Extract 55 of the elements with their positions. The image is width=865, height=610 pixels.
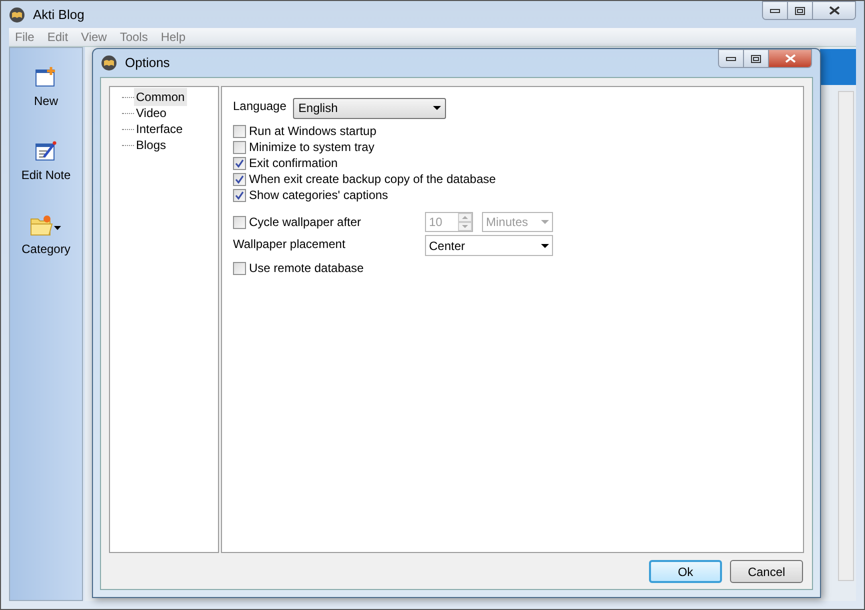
maximize-icon	[795, 6, 805, 14]
dialog-title: Options	[125, 54, 170, 72]
edit-note-icon	[34, 140, 57, 162]
caret-icon	[433, 106, 442, 110]
checkbox[interactable]	[233, 188, 246, 202]
toolbar-button[interactable]: New	[34, 66, 58, 110]
placement-dropdown[interactable]: Center	[425, 235, 553, 256]
toolbar-button[interactable]: Edit Note	[21, 140, 71, 184]
checkbox-label: When exit create backup copy of the database	[249, 171, 496, 188]
ok-button[interactable]: Ok	[649, 560, 722, 583]
placement-label: Wallpaper placement	[233, 236, 346, 252]
minimize-button[interactable]	[719, 50, 744, 67]
menu-item[interactable]: View	[81, 28, 107, 46]
menu-item[interactable]: File	[15, 28, 34, 46]
close-button[interactable]	[813, 2, 855, 19]
checkbox-label: Minimize to system tray	[249, 139, 374, 156]
checkbox[interactable]	[233, 124, 246, 138]
header-bar	[820, 49, 856, 85]
caret-icon	[541, 220, 549, 224]
maximize-button[interactable]	[788, 2, 813, 19]
tree-item[interactable]: Blogs	[134, 136, 168, 154]
close-button[interactable]	[769, 50, 811, 67]
maximize-button[interactable]	[744, 50, 769, 67]
minimize-icon	[770, 8, 780, 12]
toolbar-button[interactable]: Category	[22, 214, 70, 258]
tree-item[interactable]: Video	[134, 104, 168, 122]
menu-item[interactable]: Help	[160, 28, 186, 46]
maximize-icon	[751, 54, 761, 62]
book-icon	[9, 6, 25, 22]
book-icon	[101, 55, 117, 71]
checkbox-label: Run at Windows startup	[249, 123, 376, 140]
tree-item[interactable]: Common	[134, 88, 187, 106]
tree-item[interactable]: Interface	[134, 120, 185, 138]
language-label: Language	[233, 98, 286, 115]
new-document-icon	[34, 66, 57, 88]
checkbox-label: Use remote database	[249, 260, 364, 277]
menu-item[interactable]: Tools	[120, 28, 148, 46]
checkbox[interactable]	[233, 140, 246, 154]
window-title: Akti Blog	[33, 6, 84, 24]
menu-item[interactable]: Edit	[47, 28, 68, 46]
checkbox[interactable]	[233, 156, 246, 170]
minimize-icon	[726, 56, 736, 60]
folder-icon	[30, 214, 62, 236]
close-icon	[784, 54, 796, 63]
minimize-button[interactable]	[763, 2, 788, 19]
checkbox[interactable]	[233, 262, 246, 274]
checkbox-label: Exit confirmation	[249, 155, 338, 172]
checkbox[interactable]	[233, 172, 246, 186]
cancel-button[interactable]: Cancel	[730, 560, 803, 583]
checkbox-label: Cycle wallpaper after	[249, 214, 362, 231]
language-dropdown[interactable]: English	[293, 98, 446, 118]
checkbox-label: Show categories' captions	[249, 187, 388, 204]
caret-icon	[541, 244, 549, 248]
close-icon	[828, 6, 840, 15]
spinner-arrows-icon	[458, 213, 472, 231]
